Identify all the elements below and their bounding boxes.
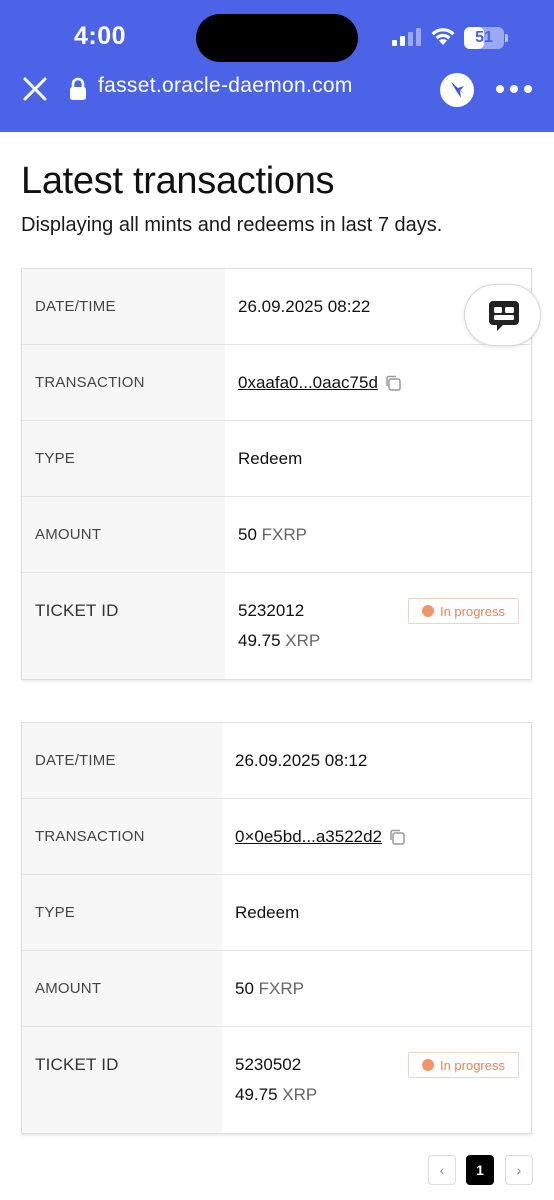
pagination-next-button[interactable]: › bbox=[505, 1155, 533, 1185]
ticket-unit: XRP bbox=[285, 631, 321, 650]
chat-bubble-icon bbox=[489, 301, 519, 331]
page-title: Latest transactions bbox=[21, 160, 335, 202]
status-badge: In progress bbox=[407, 598, 519, 624]
table-row: TYPE Redeem bbox=[22, 875, 531, 951]
signal-icon bbox=[392, 28, 421, 46]
amount-unit: FXRP bbox=[261, 524, 307, 544]
amount-unit: FXRP bbox=[258, 978, 304, 998]
url-bar[interactable]: fasset.oracle-daemon.com bbox=[98, 74, 353, 98]
status-text: In progress bbox=[439, 603, 505, 619]
table-row: TRANSACTION 0×0e5bd...a3522d2 bbox=[22, 799, 531, 875]
ticket-amount: 49.75 bbox=[235, 1085, 278, 1104]
transaction-label: TRANSACTION bbox=[22, 345, 225, 420]
dynamic-island bbox=[196, 14, 358, 62]
battery-level: 51 bbox=[475, 29, 493, 46]
ticket-amount: 49.75 bbox=[238, 631, 281, 650]
type-value: Redeem bbox=[238, 448, 303, 468]
pagination-prev-button[interactable]: ‹ bbox=[428, 1155, 456, 1185]
chat-button[interactable] bbox=[464, 284, 541, 346]
status-badge: In progress bbox=[407, 1052, 519, 1078]
table-row: TRANSACTION 0xaafa0...0aac75d bbox=[22, 345, 531, 421]
transaction-label: TRANSACTION bbox=[22, 799, 222, 874]
transaction-card: DATE/TIME 26.09.2025 08:22 TRANSACTION 0… bbox=[21, 268, 532, 680]
type-value: Redeem bbox=[235, 902, 300, 922]
battery-icon: 51 bbox=[464, 27, 508, 49]
amount-label: AMOUNT bbox=[22, 951, 222, 1026]
type-label: TYPE bbox=[22, 421, 225, 496]
transaction-card: DATE/TIME 26.09.2025 08:12 TRANSACTION 0… bbox=[21, 722, 532, 1134]
table-row: TYPE Redeem bbox=[22, 421, 531, 497]
datetime-label: DATE/TIME bbox=[22, 723, 222, 798]
browser-chrome: 4:00 51 fasset.oracle-daemon.com bbox=[0, 0, 554, 132]
status-dot-icon bbox=[421, 1059, 434, 1071]
table-row: AMOUNT 50 FXRP bbox=[22, 951, 531, 1027]
wifi-icon bbox=[431, 28, 455, 45]
datetime-label: DATE/TIME bbox=[22, 269, 225, 344]
table-row: DATE/TIME 26.09.2025 08:12 bbox=[22, 723, 531, 799]
copy-icon[interactable] bbox=[388, 828, 406, 846]
page-subtitle: Displaying all mints and redeems in last… bbox=[21, 214, 443, 236]
copy-icon[interactable] bbox=[384, 374, 402, 392]
bird-icon[interactable] bbox=[440, 73, 474, 107]
table-row: TICKET ID 5230502 49.75 XRP In progress bbox=[22, 1027, 531, 1133]
table-row: TICKET ID 5232012 49.75 XRP In progress bbox=[22, 573, 531, 679]
transaction-hash-link[interactable]: 0×0e5bd...a3522d2 bbox=[235, 827, 382, 847]
lock-icon bbox=[70, 77, 86, 100]
ticket-unit: XRP bbox=[282, 1085, 318, 1104]
amount-value: 50 bbox=[238, 524, 257, 544]
pagination-page-1[interactable]: 1 bbox=[466, 1155, 494, 1185]
more-icon[interactable] bbox=[496, 82, 532, 96]
status-time: 4:00 bbox=[74, 22, 127, 50]
type-label: TYPE bbox=[22, 875, 222, 950]
table-row: AMOUNT 50 FXRP bbox=[22, 497, 531, 573]
status-dot-icon bbox=[421, 605, 434, 617]
amount-label: AMOUNT bbox=[22, 497, 225, 572]
amount-value: 50 bbox=[235, 978, 254, 998]
ticket-id-label: TICKET ID bbox=[22, 1027, 222, 1133]
status-text: In progress bbox=[439, 1057, 505, 1073]
datetime-value: 26.09.2025 08:12 bbox=[235, 750, 368, 770]
transaction-hash-link[interactable]: 0xaafa0...0aac75d bbox=[238, 373, 378, 393]
ticket-id-label: TICKET ID bbox=[22, 573, 225, 679]
table-row: DATE/TIME 26.09.2025 08:22 bbox=[22, 269, 531, 345]
close-icon[interactable] bbox=[20, 74, 50, 104]
